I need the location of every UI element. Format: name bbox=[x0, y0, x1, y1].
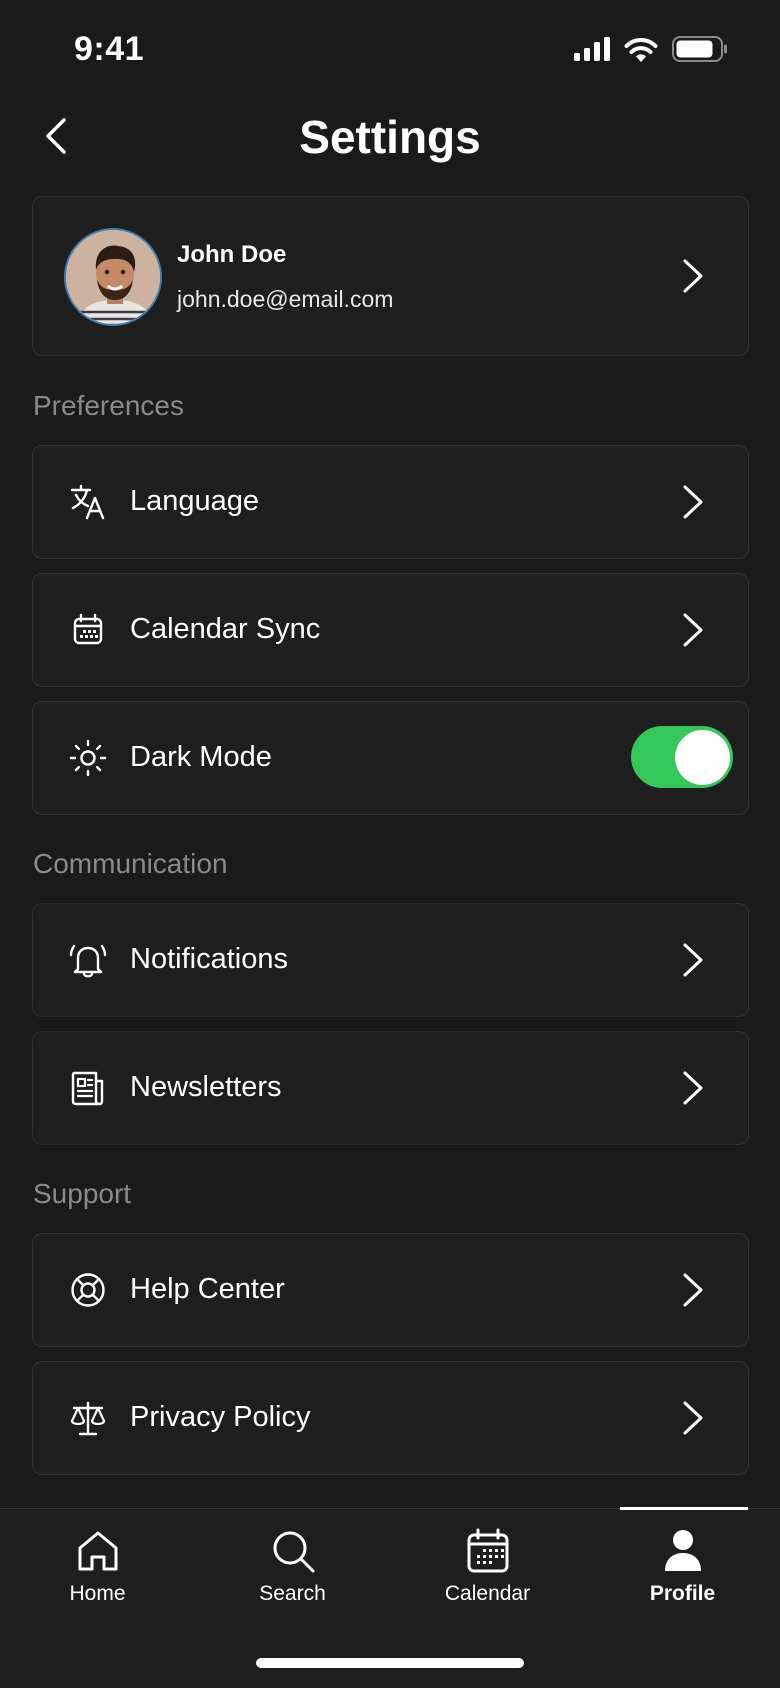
settings-item-label: Notifications bbox=[130, 943, 288, 975]
settings-item-dark-mode: Dark Mode bbox=[32, 701, 749, 815]
tab-profile[interactable]: Profile bbox=[585, 1509, 780, 1629]
chevron-right-icon bbox=[683, 1401, 703, 1435]
chevron-right-icon bbox=[683, 1071, 703, 1105]
settings-item-newsletters[interactable]: Newsletters bbox=[32, 1031, 749, 1145]
nav-header: Settings bbox=[0, 100, 780, 180]
settings-item-notifications[interactable]: Notifications bbox=[32, 903, 749, 1017]
settings-item-label: Help Center bbox=[130, 1273, 285, 1305]
home-icon bbox=[78, 1531, 117, 1571]
section-title-support: Support bbox=[33, 1178, 132, 1209]
settings-item-label: Language bbox=[130, 485, 260, 517]
section-title-communication: Communication bbox=[33, 848, 228, 879]
settings-item-privacy-policy[interactable]: Privacy Policy bbox=[32, 1361, 749, 1475]
scale-icon bbox=[70, 1401, 106, 1436]
settings-item-label: Calendar Sync bbox=[130, 613, 321, 645]
search-icon bbox=[273, 1531, 314, 1573]
dark-mode-toggle[interactable] bbox=[631, 726, 733, 788]
newspaper-icon bbox=[71, 1071, 104, 1106]
status-time: 9:41 bbox=[74, 30, 145, 68]
status-bar: 9:41 bbox=[0, 0, 780, 100]
profile-email: john.doe@email.com bbox=[177, 286, 394, 312]
tab-label: Search bbox=[259, 1582, 326, 1605]
calendar-icon bbox=[467, 1528, 508, 1573]
settings-item-label: Privacy Policy bbox=[130, 1401, 311, 1433]
sun-icon bbox=[69, 739, 107, 777]
chevron-right-icon bbox=[683, 613, 703, 647]
chevron-right-icon bbox=[683, 1273, 703, 1307]
avatar bbox=[64, 228, 162, 326]
tab-home[interactable]: Home bbox=[0, 1509, 195, 1629]
bell-icon bbox=[69, 944, 107, 978]
profile-name: John Doe bbox=[177, 241, 287, 268]
settings-item-label: Dark Mode bbox=[130, 741, 272, 773]
tab-calendar[interactable]: Calendar bbox=[390, 1509, 585, 1629]
profile-card[interactable]: John Doe john.doe@email.com bbox=[32, 196, 749, 356]
settings-item-language[interactable]: Language bbox=[32, 445, 749, 559]
page-title: Settings bbox=[299, 111, 481, 163]
settings-item-help-center[interactable]: Help Center bbox=[32, 1233, 749, 1347]
signal-icon bbox=[574, 37, 610, 61]
calendar-icon bbox=[73, 613, 103, 645]
translate-icon bbox=[70, 484, 105, 520]
tab-search[interactable]: Search bbox=[195, 1509, 390, 1629]
person-icon bbox=[664, 1530, 701, 1571]
status-icons bbox=[574, 36, 728, 62]
wifi-icon bbox=[624, 37, 658, 62]
chevron-right-icon bbox=[683, 259, 703, 293]
toggle-knob bbox=[675, 730, 730, 785]
tab-label: Calendar bbox=[444, 1582, 531, 1605]
section-title-preferences: Preferences bbox=[33, 390, 184, 421]
chevron-right-icon bbox=[683, 943, 703, 977]
chevron-right-icon bbox=[683, 485, 703, 519]
tab-label: Profile bbox=[649, 1582, 716, 1605]
lifebuoy-icon bbox=[71, 1273, 105, 1307]
settings-item-calendar-sync[interactable]: Calendar Sync bbox=[32, 573, 749, 687]
home-indicator bbox=[256, 1658, 524, 1668]
settings-item-label: Newsletters bbox=[130, 1071, 282, 1103]
tab-label: Home bbox=[69, 1582, 126, 1605]
battery-icon bbox=[672, 36, 727, 62]
